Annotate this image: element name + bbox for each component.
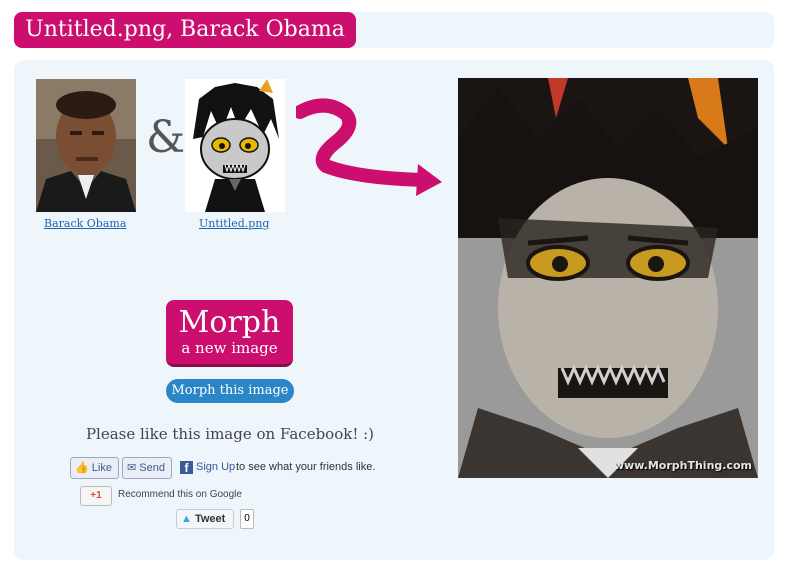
google-plus-label: +1 <box>90 490 102 501</box>
like-label: Like <box>91 462 112 474</box>
facebook-send-button[interactable]: ✉ Send <box>122 457 172 479</box>
send-label: Send <box>139 462 165 474</box>
curved-arrow-icon <box>296 98 442 196</box>
tweet-button[interactable]: ▲ Tweet <box>176 509 234 529</box>
google-plus-one-button[interactable]: +1 <box>80 486 112 506</box>
morph-this-image-button[interactable]: Morph this image <box>166 379 294 403</box>
facebook-logo-icon: f <box>180 461 193 475</box>
facebook-signup-link[interactable]: Sign Up <box>196 461 235 473</box>
google-recommend-text: Recommend this on Google <box>118 489 242 500</box>
facebook-like-button[interactable]: 👍 Like <box>70 457 119 479</box>
morph-new-image-button[interactable]: Morph a new image <box>166 300 293 367</box>
tweet-label: Tweet <box>194 513 226 525</box>
source-image-untitled[interactable] <box>185 79 285 212</box>
source-photo-obama[interactable] <box>36 79 136 212</box>
watermark-text: www.MorphThing.com <box>613 459 752 472</box>
morph-result-image[interactable]: www.MorphThing.com <box>458 78 758 478</box>
source-link-obama[interactable]: Barack Obama <box>44 217 126 230</box>
ampersand: & <box>146 112 186 163</box>
facebook-signup-text: to see what your friends like. <box>236 461 376 473</box>
morph-button-subtitle: a new image <box>181 339 278 357</box>
thumbs-up-icon: 👍 <box>75 462 89 474</box>
send-icon: ✉ <box>127 462 137 474</box>
facebook-like-prompt: Please like this image on Facebook! :) <box>85 425 375 443</box>
source-link-untitled[interactable]: Untitled.png <box>199 217 269 230</box>
page-title: Untitled.png, Barack Obama <box>14 12 356 48</box>
twitter-bird-icon: ▲ <box>181 513 192 525</box>
tweet-count: 0 <box>240 509 254 529</box>
morph-button-title: Morph <box>178 305 281 340</box>
